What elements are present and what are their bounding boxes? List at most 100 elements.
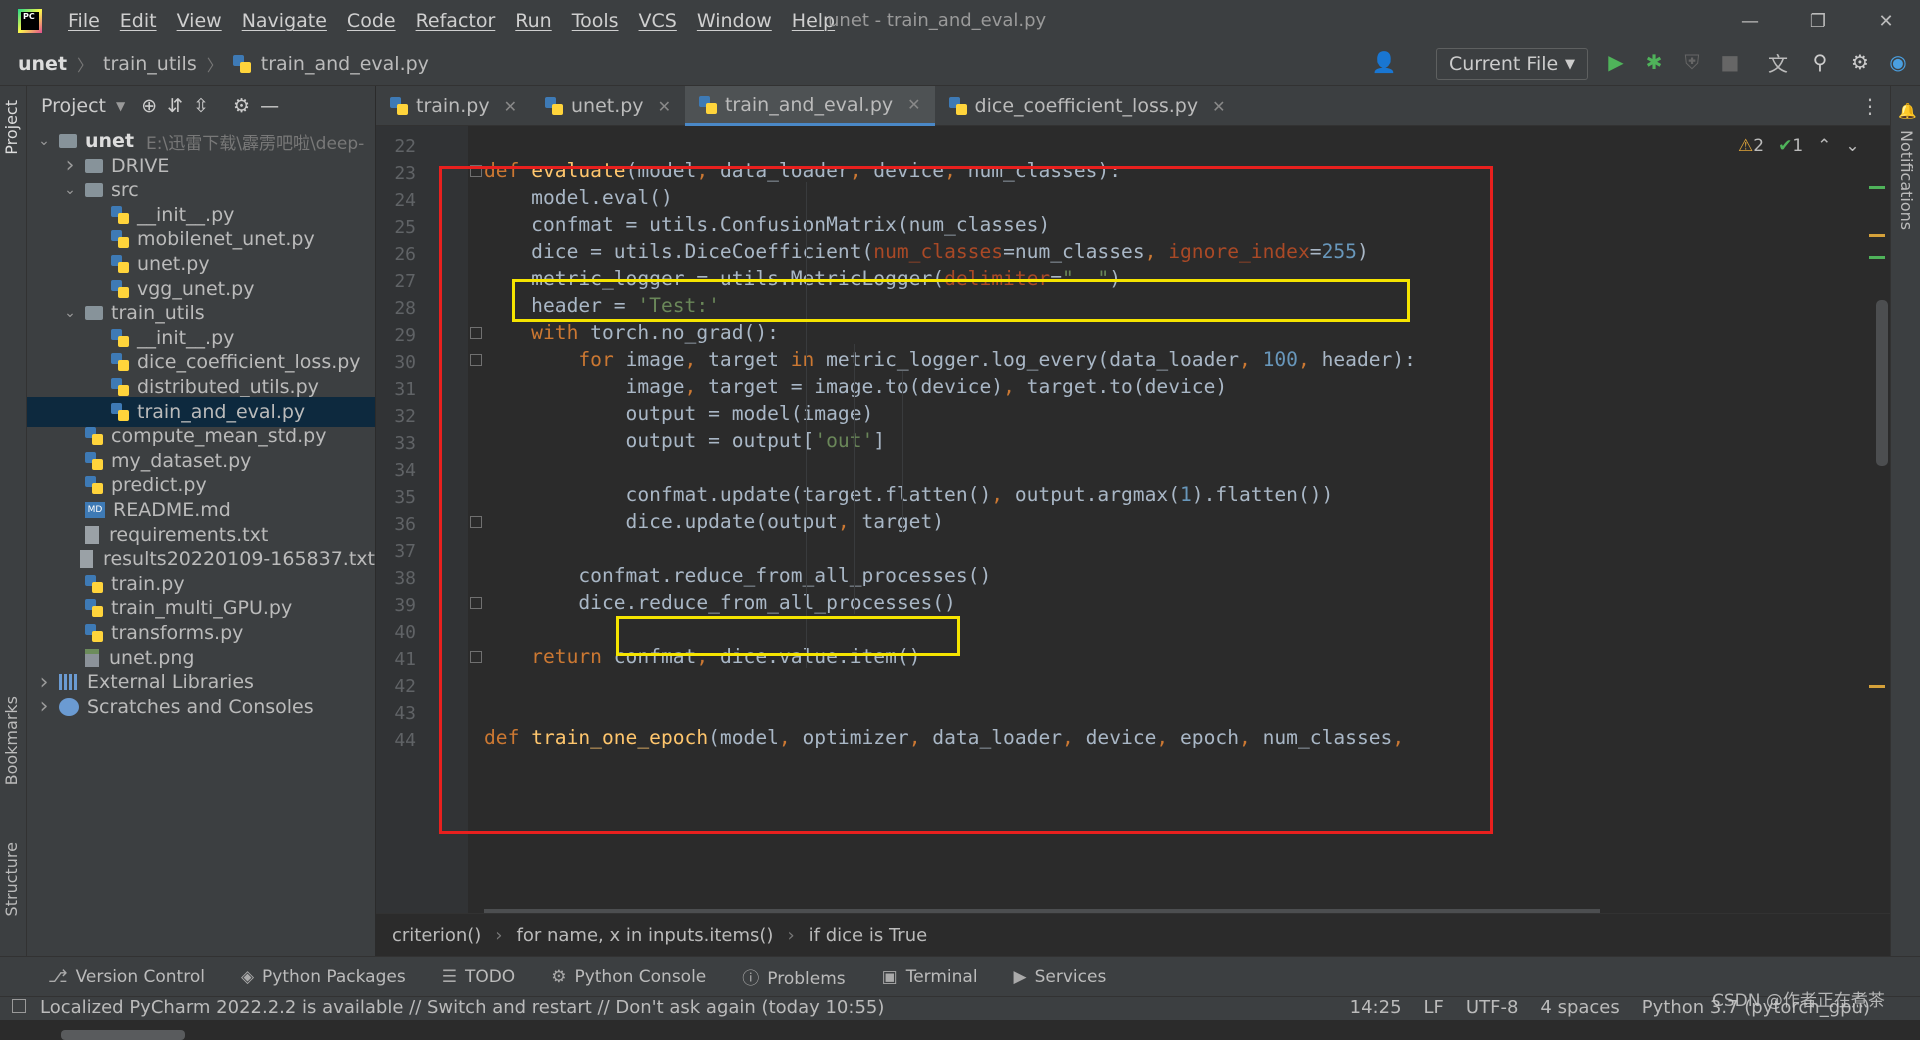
menu-code[interactable]: Code <box>347 10 396 32</box>
code-line: def train_one_epoch(model, optimizer, da… <box>484 726 1404 749</box>
fold-marker-icon[interactable] <box>470 651 482 663</box>
close-icon[interactable]: ✕ <box>658 97 671 116</box>
collapse-all-icon[interactable]: ⇳ <box>193 95 209 117</box>
line-number: 34 <box>394 460 416 481</box>
chevron-right-icon[interactable]: › <box>35 694 53 719</box>
restore-button[interactable]: ❐ <box>1784 0 1852 42</box>
tree-item-label: README.md <box>113 499 231 521</box>
chevron-down-icon[interactable]: ⌄ <box>61 182 79 198</box>
code-breadcrumb-item[interactable]: for name, x in inputs.items() <box>517 925 774 946</box>
search-icon[interactable]: ⚲ <box>1806 48 1834 76</box>
hide-icon[interactable]: — <box>260 95 279 117</box>
structure-tool-tab[interactable]: Structure <box>2 842 21 916</box>
code-breadcrumb-item[interactable]: if dice is True <box>809 925 928 946</box>
code-token: device <box>1085 726 1157 749</box>
update-notification[interactable]: Localized PyCharm 2022.2.2 is available … <box>40 997 884 1018</box>
horizontal-scrollbar[interactable] <box>61 1030 185 1040</box>
tab-train-and-eval-py[interactable]: train_and_eval.py ✕ <box>684 86 935 126</box>
tool-window-problems[interactable]: ⓘ Problems <box>742 964 845 989</box>
minimize-button[interactable]: — <box>1716 0 1784 42</box>
python-file-icon <box>544 97 563 115</box>
inspection-widget[interactable]: ⚠2 ✔1 ⌃ ⌄ <box>1738 136 1860 156</box>
debug-icon[interactable]: ✱ <box>1640 48 1668 76</box>
chevron-down-icon[interactable]: ⌄ <box>35 133 53 149</box>
line-number: 26 <box>394 244 416 265</box>
layout-icon[interactable] <box>12 999 26 1013</box>
close-icon[interactable]: ✕ <box>1212 97 1225 116</box>
coverage-icon[interactable]: ⛨ <box>1678 48 1706 76</box>
close-icon[interactable]: ✕ <box>504 97 517 116</box>
stop-icon[interactable]: ■ <box>1716 48 1744 76</box>
chevron-down-icon[interactable]: ⌄ <box>1845 136 1859 156</box>
tab-unet-py[interactable]: unet.py ✕ <box>531 86 685 126</box>
python-file-icon <box>111 255 129 273</box>
notifications-tool-tab[interactable]: Notifications <box>1897 130 1916 230</box>
menu-view[interactable]: View <box>177 10 222 32</box>
code-token: ) <box>1356 240 1369 263</box>
close-button[interactable]: ✕ <box>1852 0 1920 42</box>
expand-all-icon[interactable]: ⇵ <box>167 95 183 117</box>
bookmarks-tool-tab[interactable]: Bookmarks <box>2 696 21 785</box>
tool-window-terminal[interactable]: ▣ Terminal <box>882 967 978 987</box>
gear-icon[interactable]: ⚙ <box>233 95 250 117</box>
breadcrumb-file[interactable]: train_and_eval.py <box>261 53 429 75</box>
chevron-down-icon[interactable]: ⌄ <box>61 305 79 321</box>
project-tool-tab[interactable]: Project <box>2 100 21 155</box>
menu-tools[interactable]: Tools <box>572 10 619 32</box>
code-token: in <box>790 348 827 371</box>
breadcrumb-folder[interactable]: train_utils <box>103 53 197 75</box>
caret-position[interactable]: 14:25 <box>1350 997 1402 1018</box>
tool-window-python-console[interactable]: ⚙ Python Console <box>551 967 706 987</box>
code-token: dice.value.item() <box>719 645 921 668</box>
tab-train-py[interactable]: train.py ✕ <box>376 86 531 126</box>
code-token: num_classes): <box>967 159 1122 182</box>
jetbrains-icon[interactable]: ◉ <box>1884 48 1912 76</box>
tree-item-label: mobilenet_unet.py <box>137 228 315 251</box>
code-token: ) <box>1109 267 1122 290</box>
menu-file[interactable]: File <box>68 10 100 32</box>
tree-item[interactable]: › Scratches and Consoles <box>27 692 375 722</box>
fold-marker-icon[interactable] <box>470 327 482 339</box>
caret-down-icon[interactable]: ▼ <box>116 99 125 113</box>
indent-setting[interactable]: 4 spaces <box>1540 997 1619 1018</box>
fold-marker-icon[interactable] <box>470 516 482 528</box>
close-icon[interactable]: ✕ <box>907 95 920 114</box>
vertical-scrollbar[interactable] <box>1876 300 1888 466</box>
translate-icon[interactable]: 文 <box>1764 48 1792 76</box>
more-icon[interactable]: ⋮ <box>1860 94 1880 118</box>
locate-icon[interactable]: ⊕ <box>141 95 157 117</box>
user-icon[interactable]: 👤 <box>1370 48 1398 76</box>
code-token: data_loader <box>719 159 850 182</box>
tool-window-services[interactable]: ▶ Services <box>1014 967 1107 987</box>
project-panel: Project ▼ ⊕ ⇵ ⇳ ⚙ — ⌄ unet E:\迅雷下载\霹雳吧啦\de… <box>27 86 375 1040</box>
fold-marker-icon[interactable] <box>470 354 482 366</box>
tool-window-label: Python Console <box>574 966 707 987</box>
tab-dice-coefficient-loss-py[interactable]: dice_coefficient_loss.py ✕ <box>935 86 1240 126</box>
code-token: confmat.update(target.flatten() <box>484 483 992 506</box>
tool-window-version-control[interactable]: ⎇ Version Control <box>48 967 205 987</box>
code-token: , <box>1156 726 1181 749</box>
run-icon[interactable]: ▶ <box>1602 48 1630 76</box>
menu-refactor[interactable]: Refactor <box>416 10 496 32</box>
tool-window-label: Python Packages <box>262 966 406 987</box>
code-token: optimizer <box>802 726 909 749</box>
code-editor[interactable]: 21 22 23 24 25 26 27 28 29 30 31 32 33 34 35 36 37 38 39 40… <box>376 126 1890 913</box>
run-config-select[interactable]: Current File ▼ <box>1436 48 1588 80</box>
line-separator[interactable]: LF <box>1424 997 1444 1018</box>
file-encoding[interactable]: UTF-8 <box>1466 997 1518 1018</box>
menu-run[interactable]: Run <box>515 10 551 32</box>
menu-navigate[interactable]: Navigate <box>242 10 327 32</box>
gear-icon[interactable]: ⚙ <box>1846 48 1874 76</box>
fold-marker-icon[interactable] <box>470 165 482 177</box>
menu-window[interactable]: Window <box>697 10 772 32</box>
code-breadcrumb-item[interactable]: criterion() <box>392 925 481 946</box>
project-panel-title[interactable]: Project <box>41 95 106 117</box>
menu-edit[interactable]: Edit <box>120 10 157 32</box>
menu-vcs[interactable]: VCS <box>639 10 677 32</box>
breadcrumb-project[interactable]: unet <box>18 53 67 75</box>
tool-window-python-packages[interactable]: ◈ Python Packages <box>241 967 406 987</box>
tool-window-todo[interactable]: ☰ TODO <box>442 967 516 987</box>
fold-marker-icon[interactable] <box>470 597 482 609</box>
bell-icon[interactable]: 🔔 <box>1898 102 1917 120</box>
chevron-up-icon[interactable]: ⌃ <box>1817 136 1831 156</box>
